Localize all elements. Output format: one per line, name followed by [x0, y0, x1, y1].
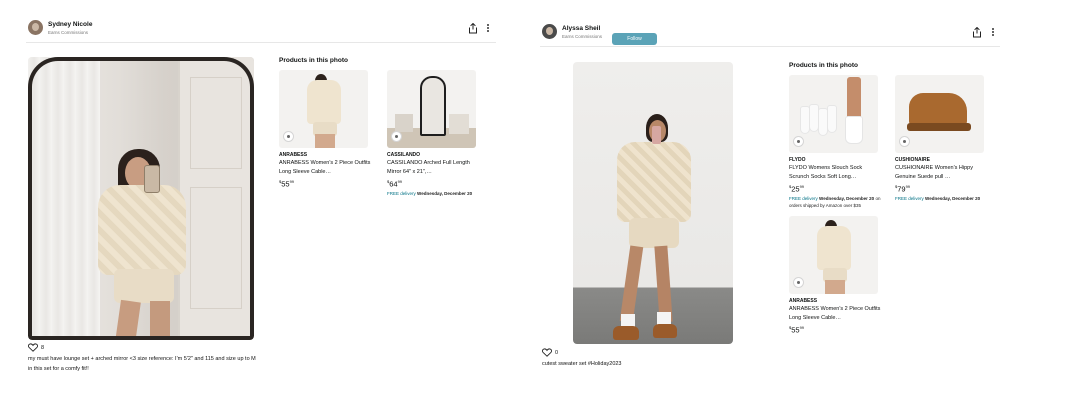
- product-price: $7999: [895, 184, 911, 194]
- post-photo[interactable]: [28, 57, 254, 340]
- post-caption: cutest sweater set #Holiday2023: [542, 361, 622, 367]
- products-section-title: Products in this photo: [789, 62, 858, 69]
- product-card-flydo[interactable]: FLYDO FLYDO Womens Slouch Sock Scrunch S…: [789, 75, 881, 209]
- creator-subtitle: Earns Commissions: [562, 34, 603, 39]
- product-image[interactable]: [895, 75, 984, 153]
- heart-icon[interactable]: [28, 343, 38, 352]
- product-title[interactable]: FLYDO Womens Slouch Sock Scrunch Socks S…: [789, 164, 881, 182]
- delivery-info: FREE delivery Wednesday, December 20: [387, 190, 473, 196]
- shop-badge-icon[interactable]: [283, 131, 294, 142]
- like-count: 0: [555, 349, 559, 356]
- product-card-cassilando[interactable]: CASSILANDO CASSILANDO Arched Full Length…: [387, 70, 479, 197]
- like-count: 8: [41, 344, 45, 351]
- product-title[interactable]: CUSHIONAIRE Women's Hippy Genuine Suede …: [895, 164, 987, 182]
- heart-icon[interactable]: [542, 348, 552, 357]
- post-card-sydney: Sydney Nicole Earns Commissions 8 my mus…: [26, 0, 496, 400]
- product-price: $2599: [789, 184, 805, 194]
- shop-badge-icon[interactable]: [793, 277, 804, 288]
- product-image[interactable]: [789, 75, 878, 153]
- post-caption: my must have lounge set + arched mirror …: [28, 356, 256, 372]
- avatar[interactable]: [28, 20, 43, 35]
- product-brand: FLYDO: [789, 157, 806, 163]
- shop-badge-icon[interactable]: [793, 136, 804, 147]
- product-title[interactable]: CASSILANDO Arched Full Length Mirror 64"…: [387, 159, 479, 177]
- more-vertical-icon[interactable]: [486, 24, 490, 34]
- share-icon[interactable]: [468, 23, 478, 34]
- product-brand: CASSILANDO: [387, 152, 421, 158]
- product-price: $5599: [789, 325, 805, 335]
- post-photo[interactable]: [573, 62, 733, 344]
- post-header: Alyssa Sheil Earns Commissions Follow: [540, 20, 1000, 47]
- avatar[interactable]: [542, 24, 557, 39]
- product-title[interactable]: ANRABESS Women's 2 Piece Outfits Long Sl…: [279, 159, 371, 177]
- shop-badge-icon[interactable]: [899, 136, 910, 147]
- shop-badge-icon[interactable]: [391, 131, 402, 142]
- creator-name[interactable]: Alyssa Sheil: [562, 25, 600, 32]
- more-vertical-icon[interactable]: [991, 28, 995, 38]
- share-icon[interactable]: [972, 27, 982, 38]
- creator-subtitle: Earns Commissions: [48, 30, 89, 35]
- product-image[interactable]: [789, 216, 878, 294]
- product-brand: ANRABESS: [279, 152, 308, 158]
- delivery-info: FREE delivery Wednesday, December 20: [895, 195, 981, 201]
- product-brand: CUSHIONAIRE: [895, 157, 931, 163]
- products-section-title: Products in this photo: [279, 57, 348, 64]
- product-image[interactable]: [387, 70, 476, 148]
- mirror-frame-graphic: [28, 57, 254, 340]
- product-brand: ANRABESS: [789, 298, 818, 304]
- product-price: $6499: [387, 179, 403, 189]
- post-card-alyssa: Alyssa Sheil Earns Commissions Follow 0 …: [540, 0, 1000, 400]
- product-card-cushionaire[interactable]: CUSHIONAIRE CUSHIONAIRE Women's Hippy Ge…: [895, 75, 987, 202]
- post-header: Sydney Nicole Earns Commissions: [26, 16, 496, 43]
- delivery-info: FREE delivery Wednesday, December 20 on …: [789, 195, 881, 208]
- like-row[interactable]: 0: [542, 348, 558, 357]
- product-card-anrabess[interactable]: ANRABESS ANRABESS Women's 2 Piece Outfit…: [789, 216, 881, 336]
- follow-button[interactable]: Follow: [612, 33, 657, 45]
- product-title[interactable]: ANRABESS Women's 2 Piece Outfits Long Sl…: [789, 305, 881, 323]
- product-image[interactable]: [279, 70, 368, 148]
- product-price: $5599: [279, 179, 295, 189]
- like-row[interactable]: 8: [28, 343, 44, 352]
- creator-name[interactable]: Sydney Nicole: [48, 21, 92, 28]
- product-card-anrabess[interactable]: ANRABESS ANRABESS Women's 2 Piece Outfit…: [279, 70, 371, 190]
